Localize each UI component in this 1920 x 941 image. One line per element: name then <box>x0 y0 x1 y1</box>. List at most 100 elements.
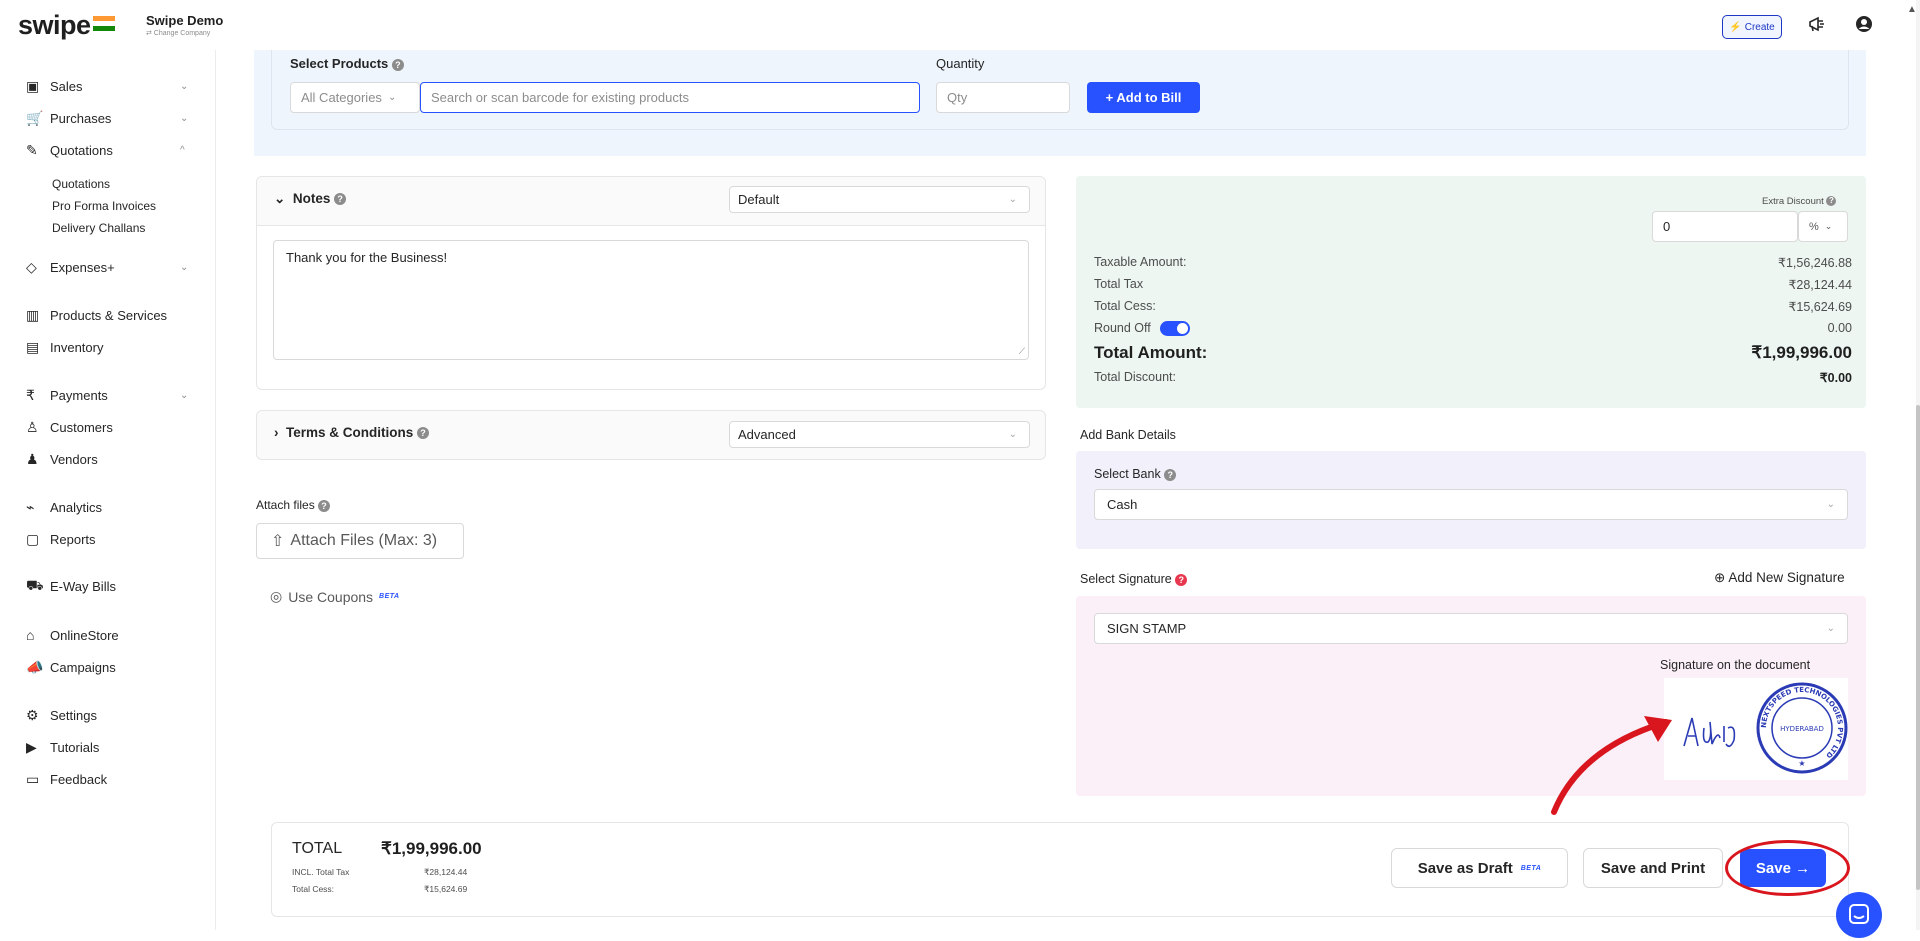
megaphone-icon[interactable] <box>1808 16 1826 32</box>
cess-label: Total Cess: <box>1094 299 1156 313</box>
extra-discount-input[interactable]: 0 <box>1652 211 1798 242</box>
barcode-icon: ▥ <box>26 306 40 323</box>
rupee-icon: ₹ <box>26 386 35 403</box>
beta-badge: BETA <box>1520 864 1542 872</box>
terms-template-select[interactable]: Advanced ⌄ <box>729 421 1030 448</box>
add-new-signature-link[interactable]: ⊕ Add New Signature <box>1714 570 1845 586</box>
sidebar-item-expenses[interactable]: ◇ Expenses+ ⌄ <box>0 254 216 280</box>
taxable-value: ₹1,56,246.88 <box>1778 256 1852 270</box>
attach-files-button-label: Attach Files (Max: 3) <box>290 532 438 549</box>
sidebar-item-settings[interactable]: ⚙ Settings <box>0 702 216 728</box>
save-as-draft-label: Save as Draft <box>1417 859 1513 877</box>
chat-launcher-button[interactable] <box>1836 892 1882 938</box>
sidebar-item-label: Reports <box>50 531 96 547</box>
sidebar-item-eway-bills[interactable]: ⛟ E-Way Bills <box>0 573 216 599</box>
sidebar-item-sales[interactable]: ▣ Sales ⌄ <box>0 73 216 99</box>
stamp-city-text: HYDERABAD <box>1780 725 1824 733</box>
sidebar-item-label: Quotations <box>50 142 113 158</box>
attach-files-button[interactable]: ⇧ Attach Files (Max: 3) <box>256 523 464 559</box>
sidebar-subitem-quotations[interactable]: Quotations <box>52 177 110 191</box>
notes-title[interactable]: ⌄ Notes ? <box>274 191 347 207</box>
category-select[interactable]: All Categories ⌄ <box>290 82 420 113</box>
scrollbar-thumb[interactable] <box>1916 405 1920 890</box>
chevron-down-icon: ⌄ <box>1008 194 1017 205</box>
sidebar-item-label: Products & Services <box>50 307 168 323</box>
sidebar-subitem-proforma[interactable]: Pro Forma Invoices <box>52 199 156 213</box>
sidebar-item-reports[interactable]: ▢ Reports <box>0 526 216 552</box>
sidebar-item-label: Tutorials <box>50 739 100 755</box>
chevron-down-icon: ⌄ <box>1826 499 1835 510</box>
save-as-draft-button[interactable]: Save as Draft BETA <box>1391 848 1568 888</box>
total-tax-row: Total Tax ₹28,124.44 <box>1094 277 1852 292</box>
sidebar-item-label: Analytics <box>50 499 103 515</box>
user-icon: ♙ <box>26 418 39 435</box>
sidebar-item-analytics[interactable]: ⌁ Analytics <box>0 494 216 520</box>
gear-icon: ⚙ <box>26 706 39 723</box>
sidebar-item-inventory[interactable]: ▤ Inventory <box>0 334 216 360</box>
megaphone-icon: 📣 <box>26 658 44 675</box>
attach-files-text: Attach files <box>256 498 315 512</box>
sidebar-item-label: Sales <box>50 78 83 94</box>
sidebar-item-purchases[interactable]: 🛒 Purchases ⌄ <box>0 105 216 131</box>
india-flag-icon <box>93 16 115 31</box>
tax-label: Total Tax <box>1094 277 1144 291</box>
swipe-logo[interactable]: swipe <box>18 10 91 41</box>
sidebar-item-onlinestore[interactable]: ⌂ OnlineStore <box>0 622 216 648</box>
add-bank-details-label: Add Bank Details <box>1080 428 1176 442</box>
sidebar-item-customers[interactable]: ♙ Customers <box>0 414 216 440</box>
chevron-down-icon: ⌄ <box>1824 221 1833 231</box>
qty-placeholder: Qty <box>947 90 968 105</box>
company-switcher[interactable]: Swipe Demo ⇄ Change Company <box>146 13 223 37</box>
terms-title[interactable]: › Terms & Conditions ? <box>274 425 430 440</box>
change-company-link[interactable]: ⇄ Change Company <box>146 29 223 37</box>
total-discount-row: Total Discount: ₹0.00 <box>1094 370 1852 385</box>
help-icon: ? <box>1826 196 1837 207</box>
signature-select[interactable]: SIGN STAMP ⌄ <box>1094 613 1848 644</box>
add-to-bill-button[interactable]: + Add to Bill <box>1087 82 1200 113</box>
create-button[interactable]: ⚡ Create <box>1722 15 1782 39</box>
chart-icon: ⌁ <box>26 498 35 515</box>
round-off-toggle[interactable] <box>1160 321 1191 337</box>
save-and-print-button[interactable]: Save and Print <box>1583 848 1723 888</box>
profile-icon[interactable] <box>1855 15 1873 33</box>
sidebar-item-campaigns[interactable]: 📣 Campaigns <box>0 654 216 680</box>
footer-cess-value: ₹15,624.69 <box>424 884 468 894</box>
bank-select[interactable]: Cash ⌄ <box>1094 489 1848 520</box>
notes-template-select[interactable]: Default ⌄ <box>729 186 1030 213</box>
sidebar-item-payments[interactable]: ₹ Payments ⌄ <box>0 382 216 408</box>
total-amount-row: Total Amount: ₹1,99,996.00 <box>1094 343 1852 363</box>
total-discount-value: ₹0.00 <box>1819 371 1852 385</box>
extra-discount-label: Extra Discount ? <box>1762 196 1837 207</box>
chevron-down-icon: ⌄ <box>180 112 189 124</box>
discount-unit-select[interactable]: % ⌄ <box>1798 211 1848 242</box>
sidebar-item-label: OnlineStore <box>50 627 119 643</box>
sidebar-item-label: Settings <box>50 707 97 723</box>
notes-text: Thank you for the Business! <box>286 250 448 265</box>
terms-title-text: Terms & Conditions <box>286 425 414 440</box>
help-icon: ? <box>1164 468 1177 481</box>
sidebar-item-label: E-Way Bills <box>50 578 116 594</box>
bank-value: Cash <box>1107 497 1138 512</box>
sales-icon: ▣ <box>26 77 40 94</box>
sidebar-item-tutorials[interactable]: ▶ Tutorials <box>0 734 216 760</box>
sidebar-item-quotations[interactable]: ✎ Quotations ^ <box>0 137 216 163</box>
sidebar-item-products[interactable]: ▥ Products & Services <box>0 302 216 328</box>
quantity-input[interactable]: Qty <box>936 82 1070 113</box>
sidebar-item-feedback[interactable]: ▭ Feedback <box>0 766 216 792</box>
resize-handle-icon[interactable]: ⟋ <box>1019 346 1025 357</box>
company-name: Swipe Demo <box>146 13 224 28</box>
chevron-down-icon: ⌄ <box>274 191 286 206</box>
users-icon: ♟ <box>26 450 39 467</box>
help-icon: ? <box>334 193 347 206</box>
notes-textarea[interactable]: Thank you for the Business! ⟋ <box>273 240 1029 360</box>
coupon-icon: ◎ <box>270 588 283 604</box>
product-search-input[interactable]: Search or scan barcode for existing prod… <box>420 82 920 113</box>
scroll-up-arrow-icon[interactable]: ▲ <box>1907 4 1917 15</box>
select-signature-label: Select Signature ? <box>1080 572 1188 586</box>
sidebar-subitem-delivery-challans[interactable]: Delivery Challans <box>52 221 145 235</box>
use-coupons-link[interactable]: ◎ Use Coupons BETA <box>270 588 400 605</box>
sidebar-item-vendors[interactable]: ♟ Vendors <box>0 446 216 472</box>
chevron-right-icon: › <box>274 425 279 440</box>
cart-icon: 🛒 <box>26 109 44 126</box>
chevron-down-icon: ⌄ <box>180 80 189 92</box>
